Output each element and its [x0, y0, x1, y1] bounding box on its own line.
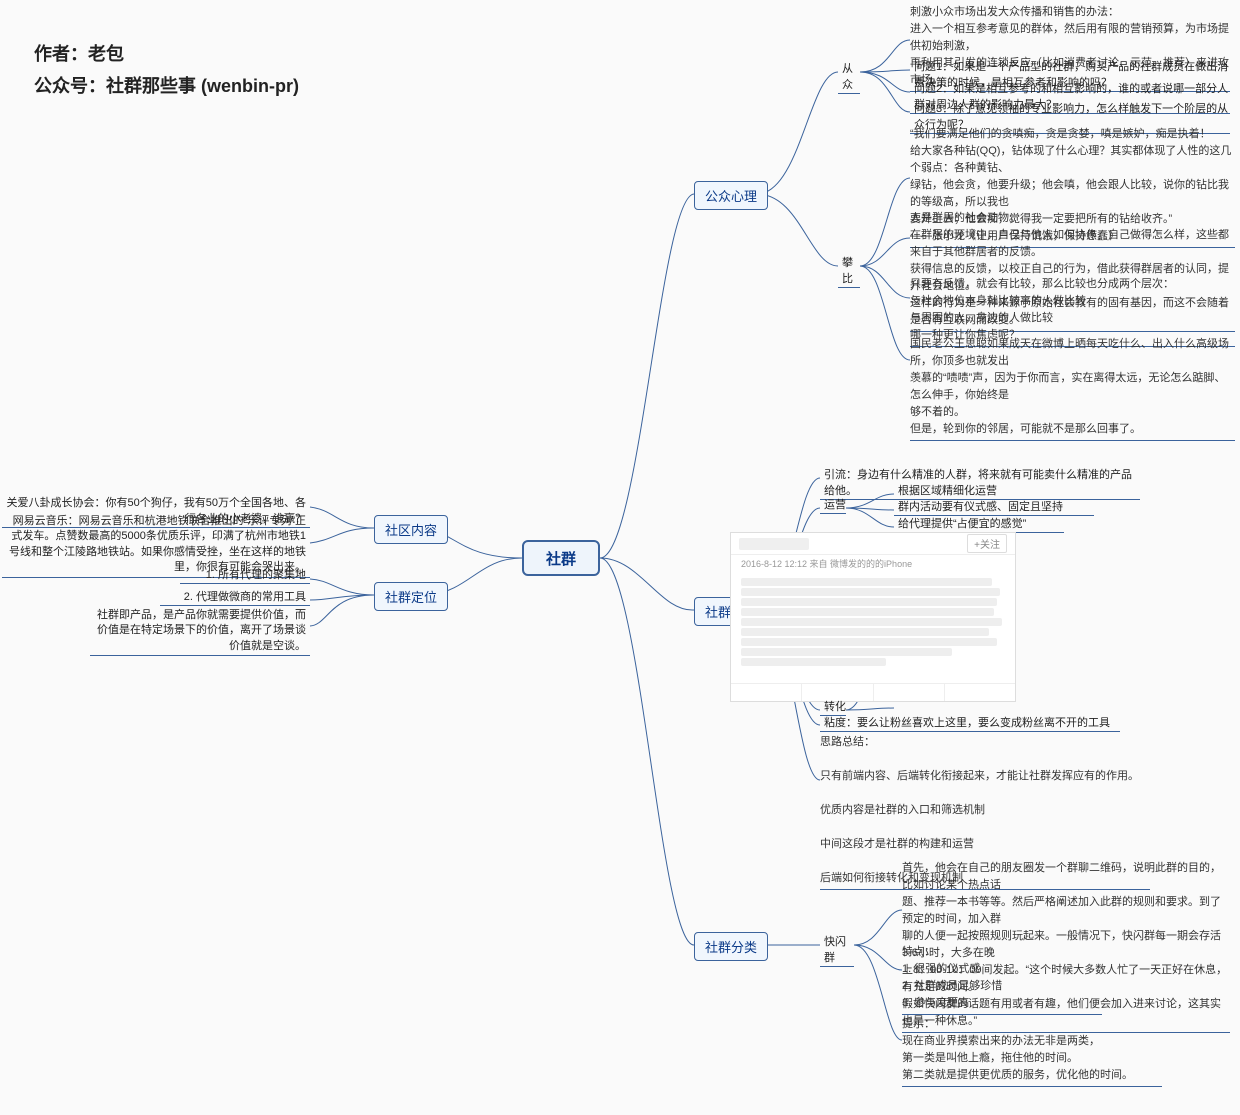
cat-p3: 提示： 现在商业界摸索出来的办法无非是两类， 第一类是叫他上瘾，拖住他的时间。 … — [902, 1016, 1162, 1087]
mkt-yy3: 给代理提供“占便宜的感觉” — [894, 515, 1064, 533]
header-block: 作者：老包 公众号：社群那些事 (wenbin-pr) — [34, 38, 299, 103]
mkt-yy2: 群内活动要有仪式感、固定且坚持 — [894, 498, 1094, 516]
root-node[interactable]: 社群 — [522, 540, 600, 576]
leaf-pos-a: 1. 所有代理的聚集地 — [180, 566, 310, 584]
mkt-sub-yy: 运营 — [820, 496, 846, 514]
mkt-stick: 粘度：要么让粉丝喜欢上这里，要么变成粉丝离不开的工具 — [820, 714, 1120, 732]
branch-content[interactable]: 社区内容 — [374, 515, 448, 544]
psy-pb4: 国民老公王思聪如果成天在微博上晒每天吃什么、出入什么高级场所，你顶多也就发出 羡… — [910, 336, 1235, 441]
cat-sub-k: 快闪群 — [820, 933, 854, 967]
shot-footer — [731, 683, 1015, 701]
leaf-pos-c: 社群即产品，是产品你就需要提供价值，而价值是在特定场景下的价值，离开了场景谈价值… — [90, 608, 310, 656]
shot-avatar-placeholder — [739, 538, 809, 550]
account-line: 公众号：社群那些事 (wenbin-pr) — [34, 70, 299, 102]
branch-psychology[interactable]: 公众心理 — [694, 181, 768, 210]
shot-follow-btn[interactable]: +关注 — [967, 534, 1007, 553]
psy-sub-congzhong: 从众 — [838, 60, 860, 94]
shot-body-blur — [731, 572, 1015, 672]
leaf-pos-b: 2. 代理做微商的常用工具 — [160, 588, 310, 606]
branch-category[interactable]: 社群分类 — [694, 932, 768, 961]
cat-p2: 特点： 1. 很强的仪式感 2. 社群成员足够珍惜 3. 参与度更高 — [902, 944, 1102, 1015]
author-line: 作者：老包 — [34, 38, 299, 70]
branch-position[interactable]: 社群定位 — [374, 582, 448, 611]
shot-meta: 2016-8-12 12:12 来自 微博发的的的iPhone — [731, 555, 1015, 572]
screenshot-card: +关注 2016-8-12 12:12 来自 微博发的的的iPhone — [730, 532, 1016, 702]
psy-sub-panbi: 攀比 — [838, 254, 860, 288]
